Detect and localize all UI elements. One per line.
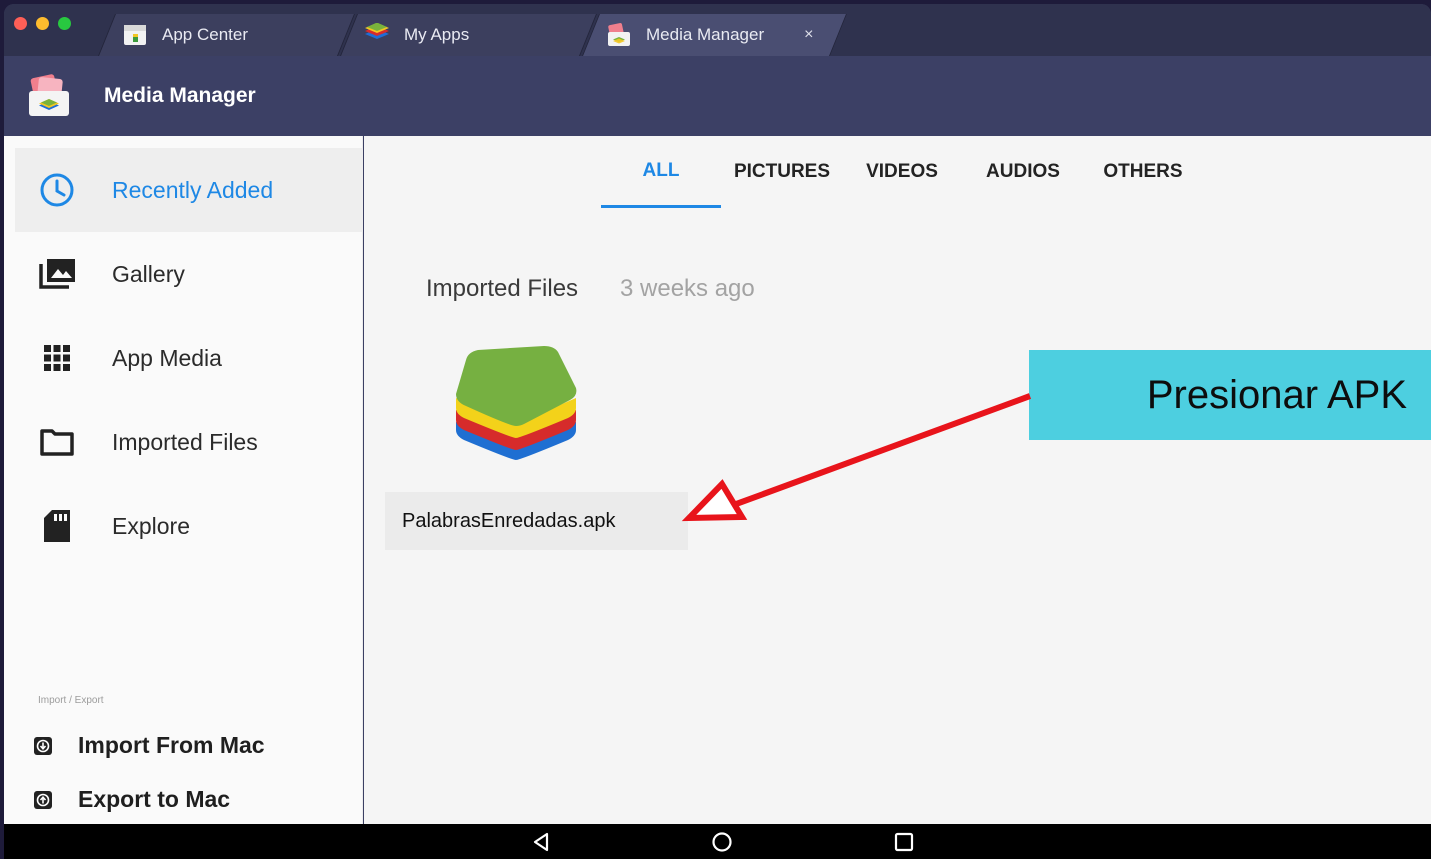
tab-label: App Center xyxy=(162,25,248,44)
home-icon[interactable] xyxy=(710,830,734,854)
app-window: App Center My Apps Media Manager × Media… xyxy=(4,4,1431,859)
tab-pictures[interactable]: PICTURES xyxy=(722,136,842,208)
android-nav-bar xyxy=(4,824,1431,859)
sidebar-item-explore[interactable]: Explore xyxy=(15,484,363,568)
back-icon[interactable] xyxy=(529,830,553,854)
section-timestamp: 3 weeks ago xyxy=(620,275,755,302)
tab-app-center[interactable]: App Center xyxy=(98,14,338,56)
app-center-icon xyxy=(124,25,146,45)
bluestacks-icon xyxy=(365,23,389,39)
section-title: Imported Files xyxy=(426,275,579,302)
media-manager-icon xyxy=(608,23,630,46)
tab-audios[interactable]: AUDIOS xyxy=(963,136,1083,208)
maximize-window-button[interactable] xyxy=(58,17,71,30)
apps-grid-icon xyxy=(44,345,70,371)
media-manager-icon xyxy=(29,74,69,116)
bluestacks-apk-icon[interactable] xyxy=(454,344,578,462)
import-from-mac-button[interactable]: Import From Mac xyxy=(32,732,265,759)
media-tab-bar: ALL PICTURES VIDEOS AUDIOS OTHERS xyxy=(364,136,1431,208)
annotation-callout: Presionar APK xyxy=(1029,350,1431,440)
import-icon xyxy=(34,736,52,755)
app-title: Media Manager xyxy=(104,84,256,107)
sidebar-item-label: Recently Added xyxy=(112,176,274,203)
app-header: Media Manager xyxy=(4,56,1431,136)
file-name-label[interactable]: PalabrasEnredadas.apk xyxy=(385,492,688,550)
sidebar-item-label: Explore xyxy=(112,512,190,539)
close-window-button[interactable] xyxy=(14,17,27,30)
main-content: ALL PICTURES VIDEOS AUDIOS OTHERS Import… xyxy=(364,136,1431,824)
tab-my-apps[interactable]: My Apps xyxy=(340,14,580,56)
clock-icon xyxy=(40,173,74,207)
tab-strip: App Center My Apps Media Manager × xyxy=(4,4,1431,56)
export-label: Export to Mac xyxy=(78,786,231,812)
export-to-mac-button[interactable]: Export to Mac xyxy=(32,786,230,813)
sidebar-item-label: Imported Files xyxy=(112,428,258,455)
photo-library-icon xyxy=(39,259,75,289)
sidebar-item-imported-files[interactable]: Imported Files xyxy=(15,400,363,484)
sidebar-item-gallery[interactable]: Gallery xyxy=(15,232,363,316)
recents-icon[interactable] xyxy=(892,830,916,854)
tab-all[interactable]: ALL xyxy=(601,136,721,208)
sd-card-icon xyxy=(44,510,70,542)
import-label: Import From Mac xyxy=(78,732,265,758)
tab-others[interactable]: OTHERS xyxy=(1083,136,1203,208)
tab-label: My Apps xyxy=(404,25,470,44)
tab-videos[interactable]: VIDEOS xyxy=(842,136,962,208)
tab-label: Media Manager xyxy=(646,25,765,44)
sidebar-item-app-media[interactable]: App Media xyxy=(15,316,363,400)
sidebar-item-label: App Media xyxy=(112,344,222,371)
minimize-window-button[interactable] xyxy=(36,17,49,30)
sidebar-item-recently-added[interactable]: Recently Added xyxy=(15,148,363,232)
close-tab-icon[interactable]: × xyxy=(804,26,813,44)
import-export-heading: Import / Export xyxy=(38,695,104,706)
sidebar: Recently Added Gallery App Media Importe… xyxy=(4,136,363,824)
folder-icon xyxy=(40,429,74,456)
tab-media-manager[interactable]: Media Manager × xyxy=(582,14,830,56)
sidebar-item-label: Gallery xyxy=(112,260,185,287)
export-icon xyxy=(34,790,52,809)
